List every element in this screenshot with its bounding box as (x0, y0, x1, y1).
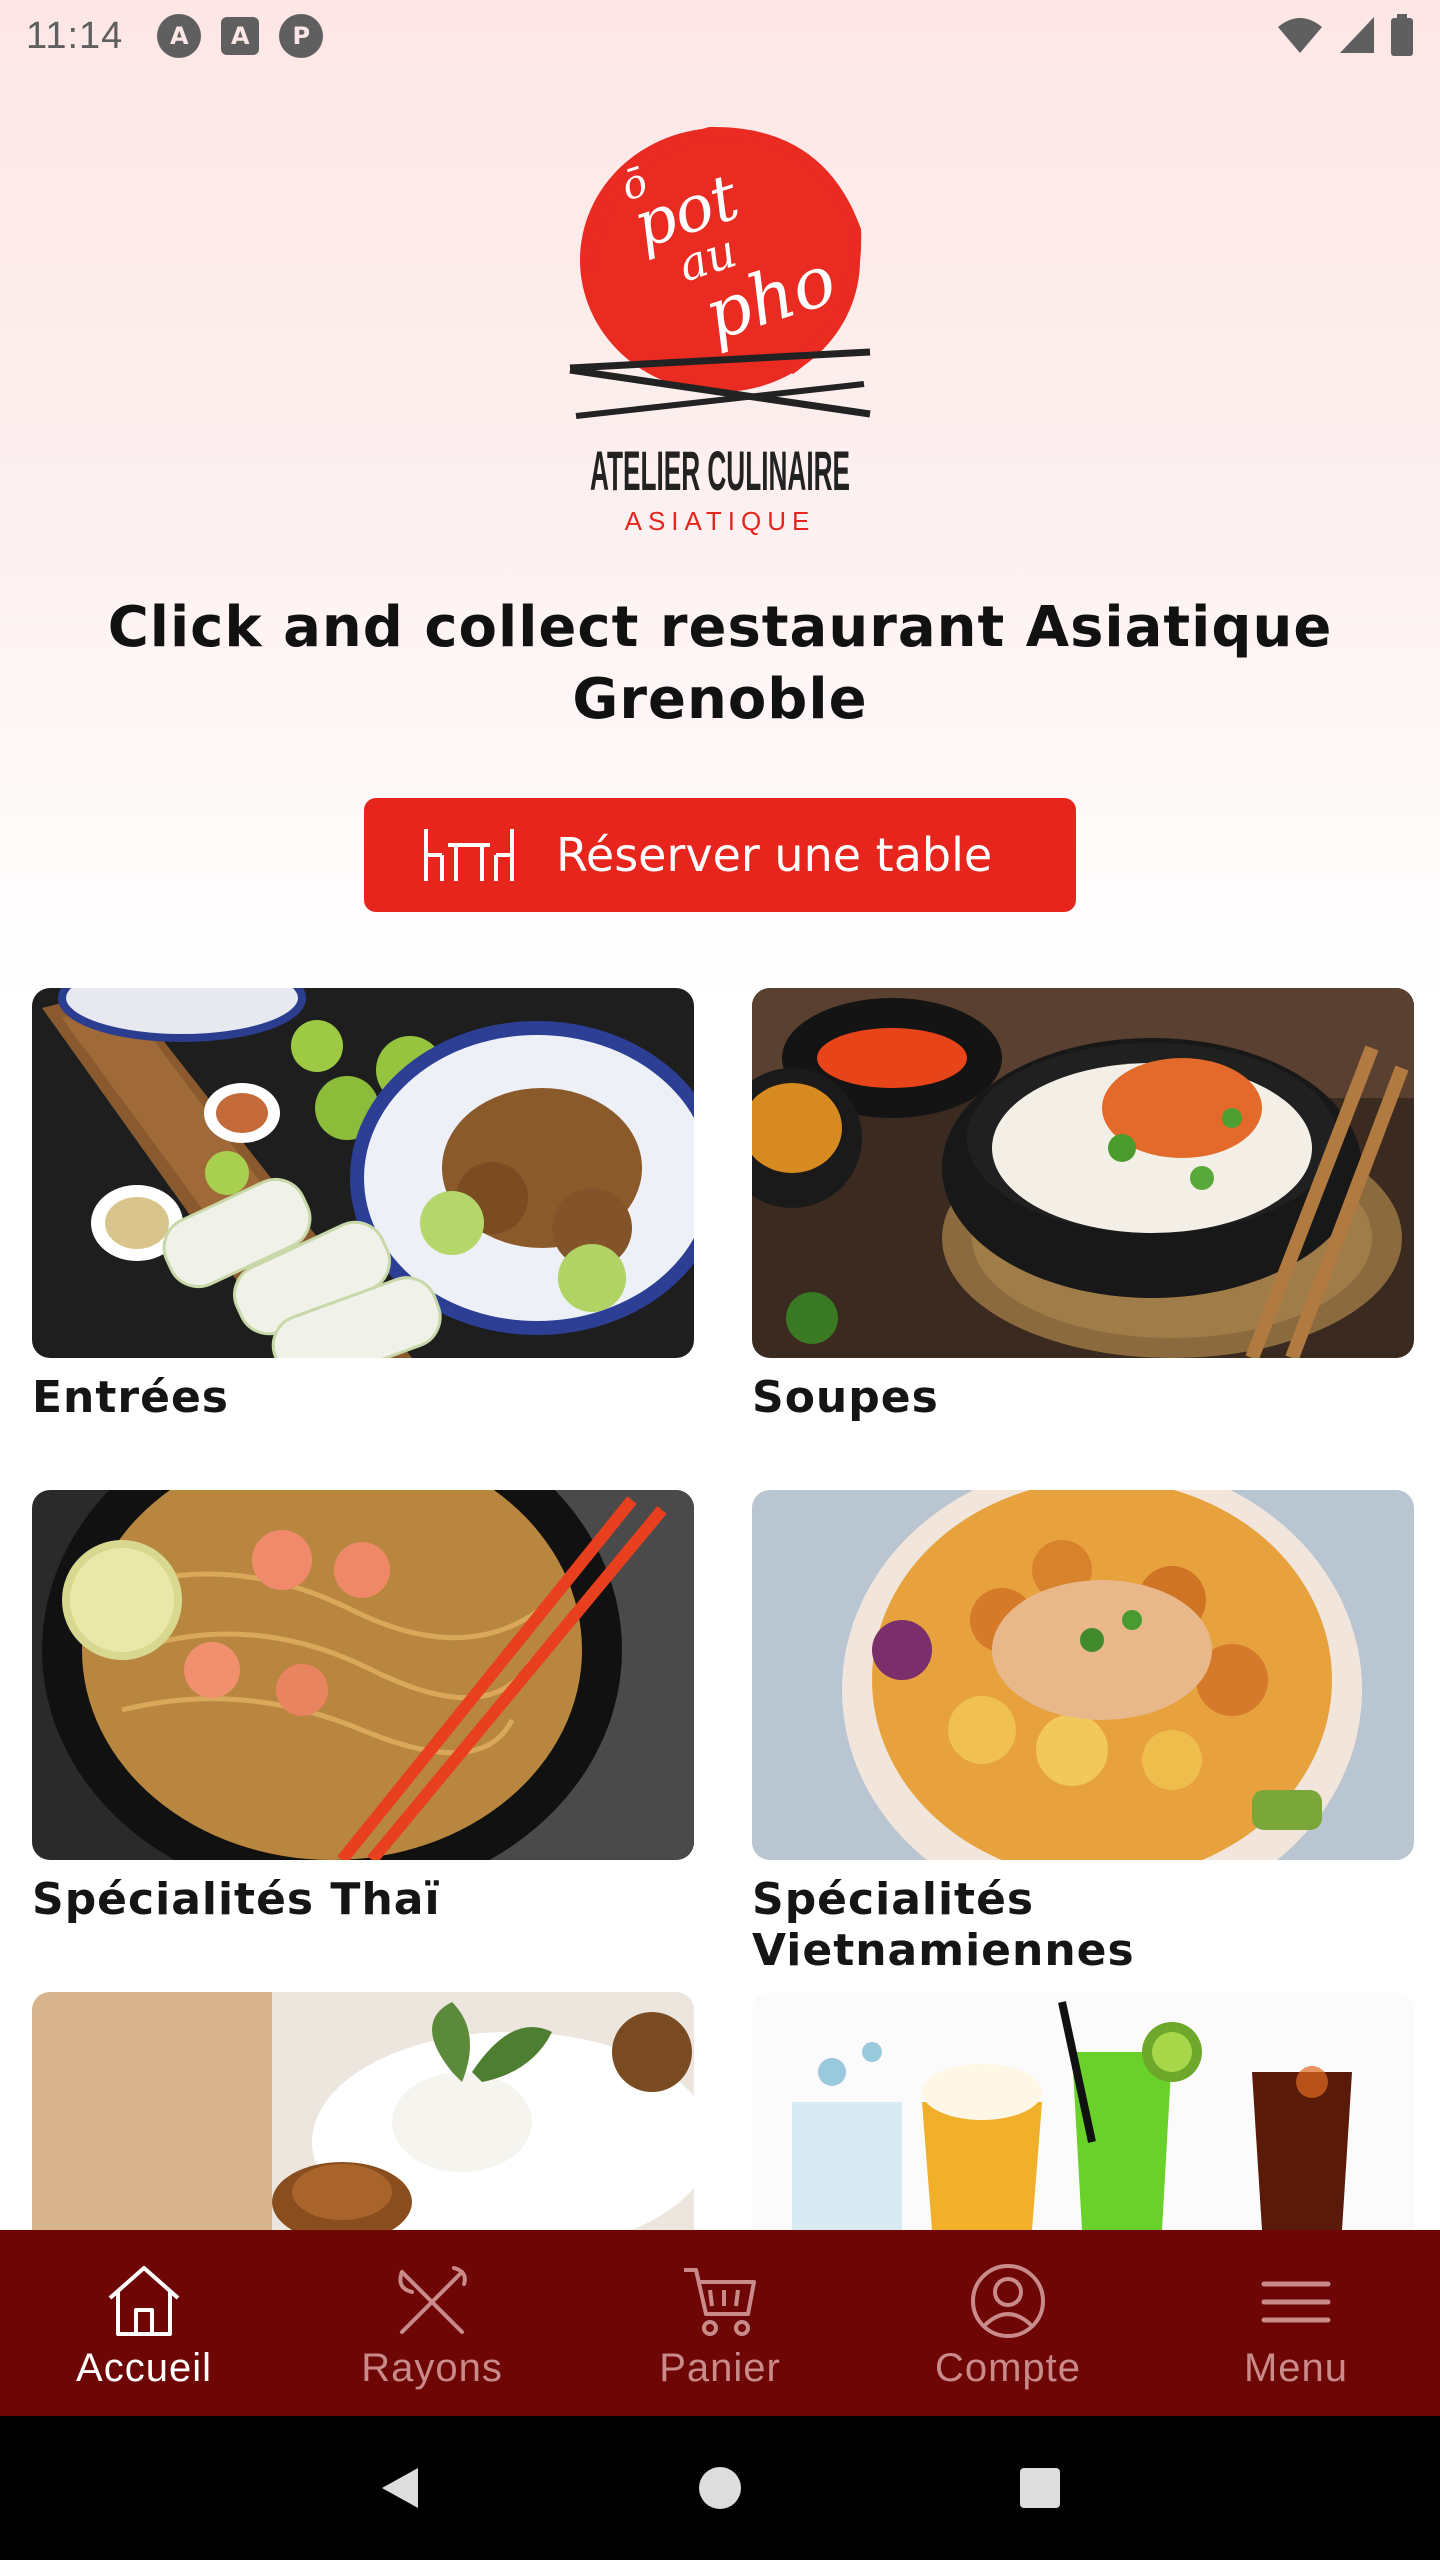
page-title: Click and collect restaurant Asiatique G… (107, 595, 1333, 732)
logo-line2: ASIATIQUE (625, 506, 816, 536)
category-card-entrees[interactable]: Entrées (32, 988, 694, 1423)
category-card-desserts[interactable] (32, 1992, 694, 2230)
status-time: 11:14 (26, 14, 124, 57)
bottom-navigation: Accueil Rayons Panier Compte Menu (0, 2230, 1440, 2416)
system-navigation-bar (0, 2416, 1440, 2560)
wifi-icon (1278, 18, 1322, 53)
category-label: Spécialités Vietnamiennes (752, 1874, 1135, 1976)
home-circle-icon[interactable] (697, 2465, 743, 2511)
category-image-specialites-thai (32, 1490, 694, 1860)
category-card-soupes[interactable]: Soupes (752, 988, 1414, 1423)
account-icon (971, 2264, 1045, 2338)
signal-icon (1340, 17, 1374, 53)
category-card-specialites-vietnamiennes[interactable]: Spécialités Vietnamiennes (752, 1490, 1414, 1976)
nav-label: Compte (934, 2346, 1082, 2390)
nav-accueil[interactable]: Accueil (0, 2230, 288, 2416)
category-image-soupes (752, 988, 1414, 1358)
recents-icon[interactable] (1018, 2466, 1062, 2510)
category-label: Entrées (32, 1372, 229, 1423)
battery-icon (1391, 14, 1413, 56)
home-icon (108, 2266, 180, 2336)
category-card-specialites-thai[interactable]: Spécialités Thaï (32, 1490, 694, 1925)
restaurant-logo: pot au pho ō ATELIER CULINAIRE ASIATIQUE (560, 120, 880, 540)
notification-icon: A (157, 14, 202, 58)
nav-label: Rayons (361, 2346, 503, 2390)
hamburger-icon (1261, 2281, 1331, 2323)
notification-icon: P (279, 14, 324, 58)
category-image-desserts (32, 1992, 694, 2230)
category-label: Soupes (752, 1372, 939, 1423)
category-image-specialites-vietnamiennes (752, 1490, 1414, 1860)
nav-menu[interactable]: Menu (1152, 2230, 1440, 2416)
nav-label: Accueil (76, 2346, 212, 2390)
nav-label: Menu (1243, 2346, 1349, 2390)
utensils-icon (398, 2266, 467, 2334)
reserve-table-label: Réserver une table (556, 828, 993, 882)
logo-line1: ATELIER CULINAIRE (590, 439, 850, 502)
cart-icon (684, 2268, 756, 2336)
reserve-table-button[interactable]: Réserver une table (364, 798, 1076, 912)
nav-label: Panier (659, 2346, 781, 2390)
nav-panier[interactable]: Panier (576, 2230, 864, 2416)
notification-icon: A (221, 17, 260, 55)
back-icon[interactable] (378, 2464, 422, 2512)
dining-table-icon (422, 827, 516, 883)
category-image-boissons (752, 1992, 1414, 2230)
category-image-entrees (32, 988, 694, 1358)
nav-rayons[interactable]: Rayons (288, 2230, 576, 2416)
status-bar: 11:14 A A P (0, 0, 1440, 72)
nav-compte[interactable]: Compte (864, 2230, 1152, 2416)
category-card-boissons[interactable] (752, 1992, 1414, 2230)
category-label: Spécialités Thaï (32, 1874, 441, 1925)
